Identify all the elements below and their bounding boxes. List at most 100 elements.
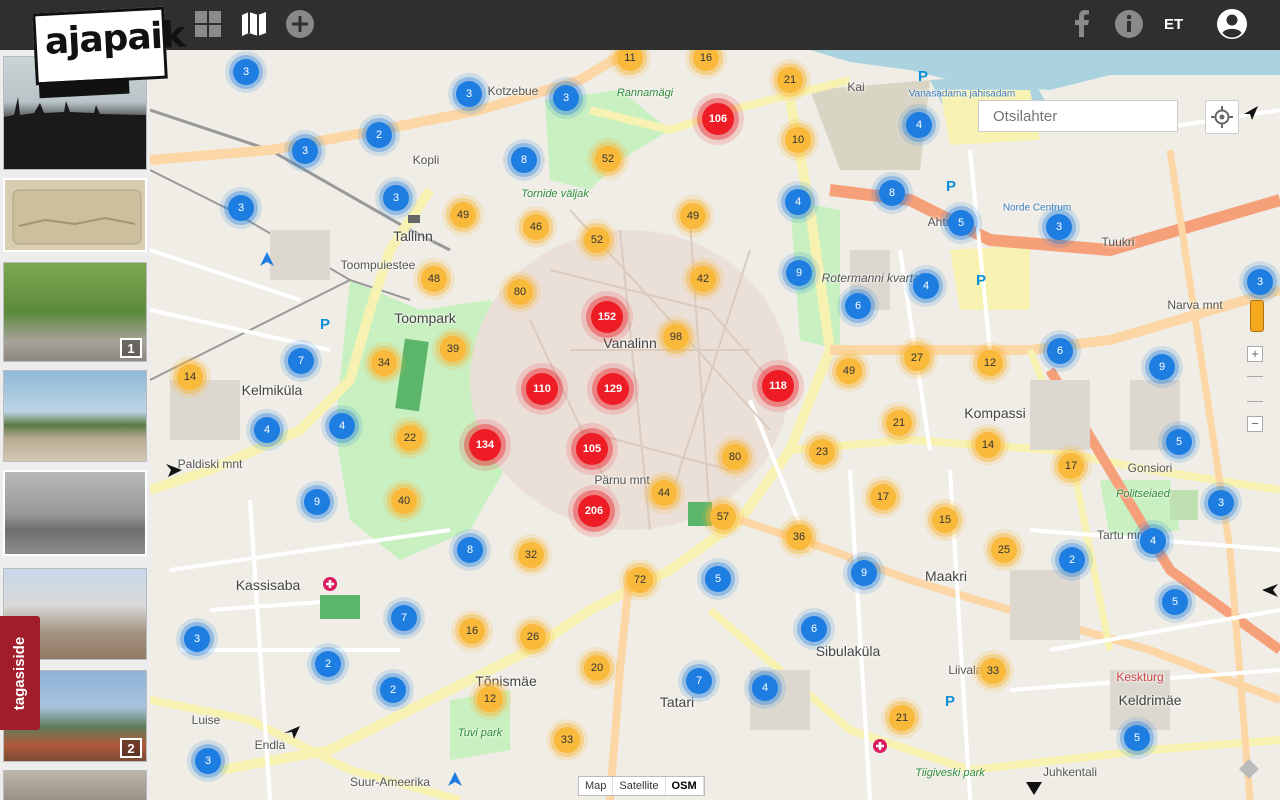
- photo-cluster-marker[interactable]: 32: [518, 542, 544, 568]
- photo-cluster-marker[interactable]: 49: [450, 202, 476, 228]
- photo-cluster-marker[interactable]: 2: [315, 651, 341, 677]
- photo-cluster-marker[interactable]: 3: [292, 138, 318, 164]
- photo-cluster-marker[interactable]: 7: [686, 668, 712, 694]
- photo-cluster-marker[interactable]: 80: [507, 279, 533, 305]
- location-search-input[interactable]: [978, 100, 1178, 132]
- photo-cluster-marker[interactable]: 3: [195, 748, 221, 774]
- photo-cluster-marker[interactable]: 2: [366, 122, 392, 148]
- photo-cluster-marker[interactable]: 4: [906, 112, 932, 138]
- photo-cluster-marker[interactable]: 9: [786, 260, 812, 286]
- photo-cluster-marker[interactable]: 4: [329, 413, 355, 439]
- map-type-satellite[interactable]: Satellite: [613, 777, 666, 795]
- viewpoint-arrow-icon[interactable]: [1262, 584, 1278, 598]
- photo-cluster-marker[interactable]: 52: [595, 146, 621, 172]
- photo-cluster-marker[interactable]: 2: [380, 677, 406, 703]
- photo-cluster-marker[interactable]: 40: [391, 488, 417, 514]
- photo-cluster-marker[interactable]: 3: [383, 185, 409, 211]
- photo-cluster-marker[interactable]: 8: [511, 147, 537, 173]
- photo-cluster-marker[interactable]: 23: [809, 439, 835, 465]
- photo-cluster-marker[interactable]: 6: [1047, 338, 1073, 364]
- photo-cluster-marker[interactable]: 4: [752, 675, 778, 701]
- photo-cluster-marker[interactable]: 34: [371, 350, 397, 376]
- photo-cluster-marker[interactable]: 3: [184, 626, 210, 652]
- photo-cluster-marker[interactable]: 33: [980, 658, 1006, 684]
- photo-cluster-marker[interactable]: 9: [851, 560, 877, 586]
- photo-cluster-marker[interactable]: 8: [457, 537, 483, 563]
- photo-cluster-marker[interactable]: 5: [1124, 725, 1150, 751]
- photo-cluster-marker[interactable]: 4: [913, 273, 939, 299]
- viewpoint-arrow-icon[interactable]: [166, 464, 184, 478]
- photo-cluster-marker[interactable]: 16: [459, 618, 485, 644]
- photo-cluster-marker[interactable]: 3: [456, 81, 482, 107]
- locate-me-button[interactable]: [1205, 100, 1239, 134]
- photo-cluster-marker[interactable]: 2: [1059, 547, 1085, 573]
- photo-cluster-marker[interactable]: 5: [1166, 429, 1192, 455]
- photo-cluster-marker[interactable]: 14: [177, 364, 203, 390]
- photo-cluster-marker[interactable]: 12: [977, 350, 1003, 376]
- street-view-pegman-icon[interactable]: [1250, 300, 1264, 332]
- feedback-tab[interactable]: tagasiside: [0, 616, 40, 730]
- photo-cluster-marker[interactable]: 3: [553, 85, 579, 111]
- photo-cluster-marker[interactable]: 25: [991, 537, 1017, 563]
- photo-cluster-marker[interactable]: 72: [627, 567, 653, 593]
- photo-cluster-marker[interactable]: 46: [523, 214, 549, 240]
- photo-cluster-marker[interactable]: 52: [584, 227, 610, 253]
- photo-cluster-marker[interactable]: 17: [870, 484, 896, 510]
- photo-thumbnail[interactable]: [3, 470, 147, 556]
- add-icon[interactable]: [284, 8, 316, 40]
- photo-cluster-marker[interactable]: 5: [948, 210, 974, 236]
- photo-thumbnail[interactable]: [3, 370, 147, 462]
- photo-cluster-marker[interactable]: 98: [663, 324, 689, 350]
- zoom-slider[interactable]: [1247, 376, 1263, 402]
- photo-thumbnail[interactable]: [3, 178, 147, 252]
- viewpoint-arrow-icon[interactable]: [260, 252, 274, 270]
- photo-cluster-marker[interactable]: 49: [836, 358, 862, 384]
- photo-cluster-marker[interactable]: 4: [1140, 528, 1166, 554]
- zoom-out-button[interactable]: −: [1247, 416, 1263, 432]
- language-switch[interactable]: ET: [1164, 16, 1183, 33]
- info-icon[interactable]: [1113, 8, 1145, 40]
- photo-cluster-marker[interactable]: 22: [397, 425, 423, 451]
- photo-cluster-marker[interactable]: 110: [526, 373, 558, 405]
- photo-cluster-marker[interactable]: 7: [288, 348, 314, 374]
- map-type-osm[interactable]: OSM: [666, 777, 704, 795]
- photo-cluster-marker[interactable]: 27: [904, 345, 930, 371]
- photo-cluster-marker[interactable]: 118: [762, 370, 794, 402]
- photo-cluster-marker[interactable]: 134: [469, 429, 501, 461]
- map-type-map[interactable]: Map: [579, 777, 614, 795]
- fullscreen-icon[interactable]: [1238, 758, 1260, 780]
- photo-cluster-marker[interactable]: 33: [554, 727, 580, 753]
- photo-cluster-marker[interactable]: 21: [777, 67, 803, 93]
- photo-cluster-marker[interactable]: 21: [886, 410, 912, 436]
- photo-cluster-marker[interactable]: 5: [1162, 589, 1188, 615]
- user-icon[interactable]: [1216, 8, 1248, 40]
- photo-cluster-marker[interactable]: 49: [680, 203, 706, 229]
- photo-cluster-marker[interactable]: 106: [702, 103, 734, 135]
- photo-cluster-marker[interactable]: 7: [391, 605, 417, 631]
- photo-cluster-marker[interactable]: 6: [801, 616, 827, 642]
- map-canvas[interactable]: Tallinn Toompark Vanalinn Kelmiküla Komp…: [150, 50, 1280, 800]
- photo-cluster-marker[interactable]: 15: [932, 507, 958, 533]
- photo-cluster-marker[interactable]: 3: [1208, 490, 1234, 516]
- photo-cluster-marker[interactable]: 48: [421, 266, 447, 292]
- zoom-in-button[interactable]: +: [1247, 346, 1263, 362]
- photo-cluster-marker[interactable]: 6: [845, 293, 871, 319]
- photo-cluster-marker[interactable]: 8: [879, 180, 905, 206]
- photo-cluster-marker[interactable]: 129: [597, 373, 629, 405]
- photo-cluster-marker[interactable]: 39: [440, 336, 466, 362]
- photo-cluster-marker[interactable]: 42: [690, 266, 716, 292]
- photo-cluster-marker[interactable]: 3: [1247, 269, 1273, 295]
- photo-cluster-marker[interactable]: 4: [254, 417, 280, 443]
- photo-cluster-marker[interactable]: 3: [1046, 214, 1072, 240]
- photo-cluster-marker[interactable]: 5: [705, 566, 731, 592]
- photo-cluster-marker[interactable]: 152: [591, 301, 623, 333]
- photo-cluster-marker[interactable]: 14: [975, 432, 1001, 458]
- photo-cluster-marker[interactable]: 3: [228, 195, 254, 221]
- photo-cluster-marker[interactable]: 21: [889, 705, 915, 731]
- viewpoint-arrow-icon[interactable]: [1026, 782, 1042, 796]
- photo-cluster-marker[interactable]: 206: [578, 495, 610, 527]
- map-icon[interactable]: [238, 8, 270, 40]
- photo-cluster-marker[interactable]: 4: [785, 189, 811, 215]
- photo-cluster-marker[interactable]: 20: [584, 655, 610, 681]
- photo-cluster-marker[interactable]: 26: [520, 624, 546, 650]
